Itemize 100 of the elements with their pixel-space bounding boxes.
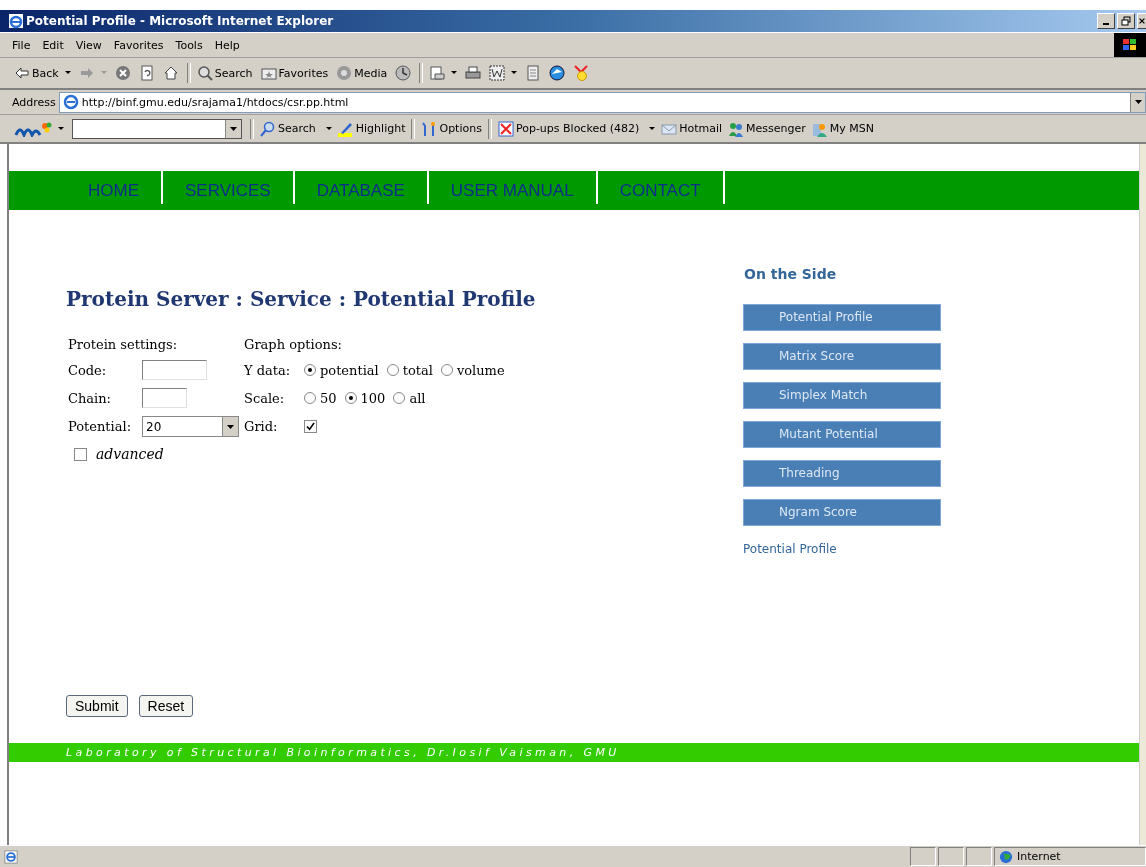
potential-select[interactable]: 20 — [142, 416, 239, 437]
field-label: Potential: — [68, 419, 132, 434]
radio-button[interactable] — [393, 392, 406, 404]
option-label: potential — [320, 362, 379, 378]
history-icon — [395, 65, 412, 81]
butterfly-logo-icon[interactable] — [14, 120, 54, 137]
highlight-button[interactable]: Highlight — [337, 120, 406, 137]
dropdown-button[interactable] — [1130, 92, 1145, 112]
option-label: all — [409, 390, 426, 406]
close-button[interactable] — [1137, 13, 1146, 29]
browser-logo-icon — [8, 13, 24, 29]
sidebar-item[interactable]: Threading — [743, 460, 941, 487]
favorites-icon — [260, 65, 277, 81]
status-pane — [910, 847, 936, 866]
caret-icon — [100, 71, 107, 75]
restore-icon — [1121, 16, 1131, 26]
popups-button[interactable]: Pop-ups Blocked (482) — [497, 120, 656, 137]
mymsn-button[interactable]: My MSN — [811, 120, 875, 137]
option-label: 100 — [360, 390, 386, 406]
field-label: Scale: — [244, 390, 286, 406]
page-heading: Protein Server : Service : Potential Profile — [66, 287, 537, 311]
code-input[interactable] — [142, 360, 207, 380]
window-title: Potential Profile - Microsoft Internet Explorer — [26, 14, 334, 28]
edit-button[interactable] — [489, 65, 518, 81]
refresh-button[interactable] — [138, 65, 155, 81]
messenger-button[interactable]: Messenger — [728, 120, 806, 137]
radio-button[interactable] — [304, 392, 316, 404]
caret-icon — [451, 71, 458, 75]
media-button[interactable]: Media — [336, 65, 388, 81]
print-icon — [465, 65, 482, 81]
menu-item[interactable]: Edit — [42, 38, 64, 52]
print-button[interactable] — [465, 65, 482, 81]
media-icon — [336, 65, 353, 81]
option-label: 50 — [320, 390, 337, 406]
caret-icon — [1134, 100, 1142, 104]
reset-button[interactable]: Reset — [138, 695, 194, 717]
search-button[interactable]: Search — [260, 120, 332, 137]
radio-button[interactable] — [440, 364, 453, 376]
section-label: Protein settings: — [68, 337, 179, 352]
favorites-button[interactable]: Favorites — [260, 65, 329, 81]
mail-button[interactable] — [429, 65, 458, 81]
popups-icon — [497, 120, 514, 137]
dropdown-button[interactable] — [225, 119, 241, 138]
field-label: Chain: — [68, 390, 112, 406]
history-button[interactable] — [395, 65, 412, 81]
radio-button[interactable] — [304, 364, 316, 376]
discuss-icon — [525, 65, 542, 81]
scrollbar[interactable] — [1139, 144, 1146, 845]
option-label: volume — [456, 362, 505, 378]
highlight-icon — [337, 120, 354, 137]
hotmail-button[interactable]: Hotmail — [661, 120, 723, 137]
search-field[interactable] — [72, 118, 242, 139]
messenger-icon — [728, 120, 745, 137]
edit-icon — [489, 65, 506, 81]
back-icon — [14, 65, 30, 81]
search-icon — [260, 120, 276, 137]
search-button[interactable]: Search — [196, 65, 253, 81]
dropdown-caret-icon[interactable] — [58, 126, 64, 131]
options-button[interactable]: Options — [421, 120, 482, 137]
restore-button[interactable] — [1117, 13, 1135, 29]
close-icon — [1138, 16, 1146, 26]
page-icon — [4, 849, 18, 864]
radio-button[interactable] — [386, 364, 399, 376]
security-zone: Internet — [1017, 850, 1061, 863]
radio-button[interactable] — [344, 392, 357, 404]
field-label: Grid: — [244, 419, 279, 434]
menu-item[interactable]: Favorites — [113, 38, 164, 52]
option-label: total — [402, 362, 433, 378]
address-field[interactable]: http://binf.gmu.edu/srajama1/htdocs/csr.pp.html — [58, 91, 1146, 113]
address-label: Address — [12, 95, 56, 109]
menu-item[interactable]: Help — [214, 38, 240, 52]
forward-icon — [78, 65, 95, 81]
globe-icon — [999, 849, 1013, 864]
grid-checkbox[interactable] — [304, 420, 317, 433]
advanced-checkbox[interactable] — [74, 447, 87, 461]
page-icon — [62, 94, 79, 110]
minimize-icon — [1103, 23, 1109, 25]
sidebar-link[interactable]: Potential Profile — [743, 542, 941, 556]
submit-button[interactable]: Submit — [66, 695, 128, 717]
discuss-button[interactable] — [525, 65, 542, 81]
chain-input[interactable] — [142, 388, 187, 408]
menu-item[interactable]: Tools — [175, 38, 203, 52]
menu-item[interactable]: File — [12, 38, 31, 52]
field-label: Y data: — [244, 362, 292, 378]
messenger-button[interactable] — [549, 65, 566, 81]
windows-logo-icon — [1114, 33, 1146, 57]
caret-icon — [64, 71, 71, 75]
back-button[interactable]: Back — [14, 65, 71, 81]
stop-button[interactable] — [114, 65, 131, 81]
checkbox-label: advanced — [96, 446, 164, 462]
sidebar-title: On the Side — [744, 266, 838, 282]
home-icon — [162, 65, 179, 81]
caret-icon — [230, 126, 237, 131]
options-icon — [421, 120, 438, 137]
refresh-icon — [138, 65, 155, 81]
menu-item[interactable]: View — [75, 38, 102, 52]
caret-icon — [649, 126, 656, 131]
home-button[interactable] — [162, 65, 179, 81]
minimize-button[interactable] — [1097, 13, 1115, 29]
search-icon — [196, 65, 213, 81]
